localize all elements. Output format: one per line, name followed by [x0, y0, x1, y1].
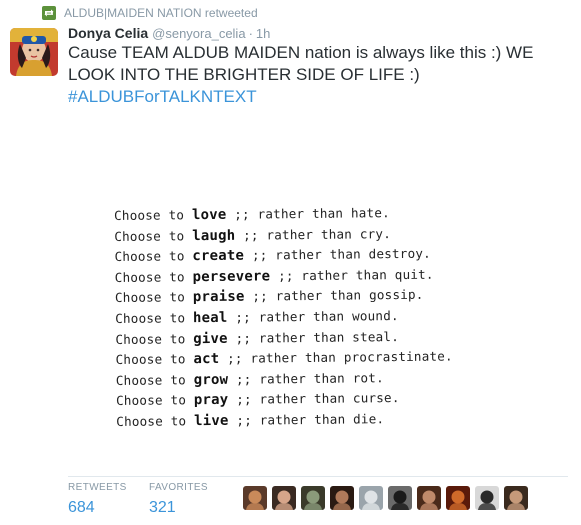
retweets-label: RETWEETS — [68, 482, 127, 493]
poem-line: Choose to live ;; rather than die. — [116, 408, 453, 432]
poem-line-prefix: Choose to — [114, 268, 193, 285]
favorites-label: FAVORITES — [149, 482, 208, 493]
poem-line-prefix: Choose to — [115, 351, 194, 368]
tweet-text: Cause TEAM ALDUB MAIDEN nation is always… — [68, 42, 568, 108]
poem-line-prefix: Choose to — [116, 413, 195, 429]
poem-line-prefix: Choose to — [115, 310, 194, 326]
poem-line-suffix: ;; rather than rot. — [228, 369, 384, 387]
choose-to-poem: Choose to love ;; rather than hate. Choos… — [114, 202, 454, 432]
poem-line-suffix: ;; rather than cry. — [235, 225, 392, 243]
retweet-context: ALDUB|MAIDEN NATION retweeted — [42, 5, 258, 21]
poem-line-prefix: Choose to — [114, 227, 193, 244]
favoriter-avatar-3[interactable] — [301, 486, 325, 510]
tweet-header: Donya Celia @senyora_celia · 1h — [68, 25, 270, 41]
favoriter-avatar-1[interactable] — [243, 486, 267, 510]
favoriter-avatar-9[interactable] — [475, 486, 499, 510]
favoriter-avatar-2[interactable] — [272, 486, 296, 510]
favorites-count[interactable]: 321 — [149, 499, 208, 517]
favoriter-avatar-7[interactable] — [417, 486, 441, 510]
poem-line-prefix: Choose to — [115, 392, 194, 409]
retweets-stat[interactable]: RETWEETS 684 — [68, 482, 127, 517]
hashtag-link[interactable]: #ALDUBForTALKNTEXT — [68, 87, 257, 106]
poem-line-prefix: Choose to — [114, 248, 193, 265]
poem-line-prefix: Choose to — [114, 207, 193, 223]
poem-line-verb: grow — [193, 371, 229, 388]
favoriter-avatar-8[interactable] — [446, 486, 470, 510]
poem-line-verb: act — [193, 351, 220, 368]
author-username[interactable]: @senyora_celia — [152, 26, 245, 41]
poem-line-verb: love — [191, 206, 227, 224]
poem-line-suffix: ;; rather than wound. — [227, 307, 399, 325]
poem-line-suffix: ;; rather than procrastinate. — [219, 348, 453, 367]
poem-line-prefix: Choose to — [115, 371, 194, 388]
poem-line-prefix: Choose to — [115, 330, 194, 347]
author-avatar[interactable] — [10, 28, 58, 76]
retweet-icon — [42, 6, 56, 20]
poem-line-suffix: ;; rather than gossip. — [244, 287, 424, 305]
poem-line-verb: live — [194, 412, 229, 430]
retweets-count[interactable]: 684 — [68, 499, 127, 517]
poem-line-verb: pray — [193, 392, 229, 409]
favoriter-avatar-10[interactable] — [504, 486, 528, 510]
favoriters-avatars — [243, 486, 533, 510]
stats-divider — [68, 476, 568, 477]
poem-line-verb: heal — [192, 309, 228, 327]
poem-line: Choose to act ;; rather than procrastina… — [116, 347, 453, 371]
favoriter-avatar-4[interactable] — [330, 486, 354, 510]
poem-line-verb: create — [192, 247, 245, 265]
favorites-stat[interactable]: FAVORITES 321 — [149, 482, 208, 517]
retweeted-by-text[interactable]: ALDUB|MAIDEN NATION retweeted — [64, 6, 258, 20]
separator-dot: · — [248, 26, 253, 41]
poem-line-suffix: ;; rather than curse. — [228, 390, 400, 408]
poem-line-suffix: ;; rather than destroy. — [244, 245, 431, 263]
poem-line-suffix: ;; rather than quit. — [270, 266, 434, 284]
tweet-body: Cause TEAM ALDUB MAIDEN nation is always… — [68, 43, 534, 84]
poem-line-verb: laugh — [192, 227, 236, 244]
poem-line: Choose to praise ;; rather than gossip. — [115, 285, 452, 309]
favoriter-avatar-6[interactable] — [388, 486, 412, 510]
favoriter-avatar-5[interactable] — [359, 486, 383, 510]
poem-line-verb: give — [193, 330, 228, 347]
poem-line-verb: praise — [192, 289, 245, 306]
tweet-media-image[interactable]: Choose to love ;; rather than hate. Choos… — [68, 186, 568, 432]
tweet-timestamp[interactable]: 1h — [256, 26, 270, 41]
poem-line-prefix: Choose to — [114, 289, 193, 306]
poem-line-verb: persevere — [192, 268, 271, 285]
poem-line-suffix: ;; rather than hate. — [226, 205, 390, 222]
poem-line-suffix: ;; rather than die. — [228, 411, 385, 428]
author-fullname[interactable]: Donya Celia — [68, 25, 148, 41]
poem-line-suffix: ;; rather than steal. — [227, 328, 400, 346]
